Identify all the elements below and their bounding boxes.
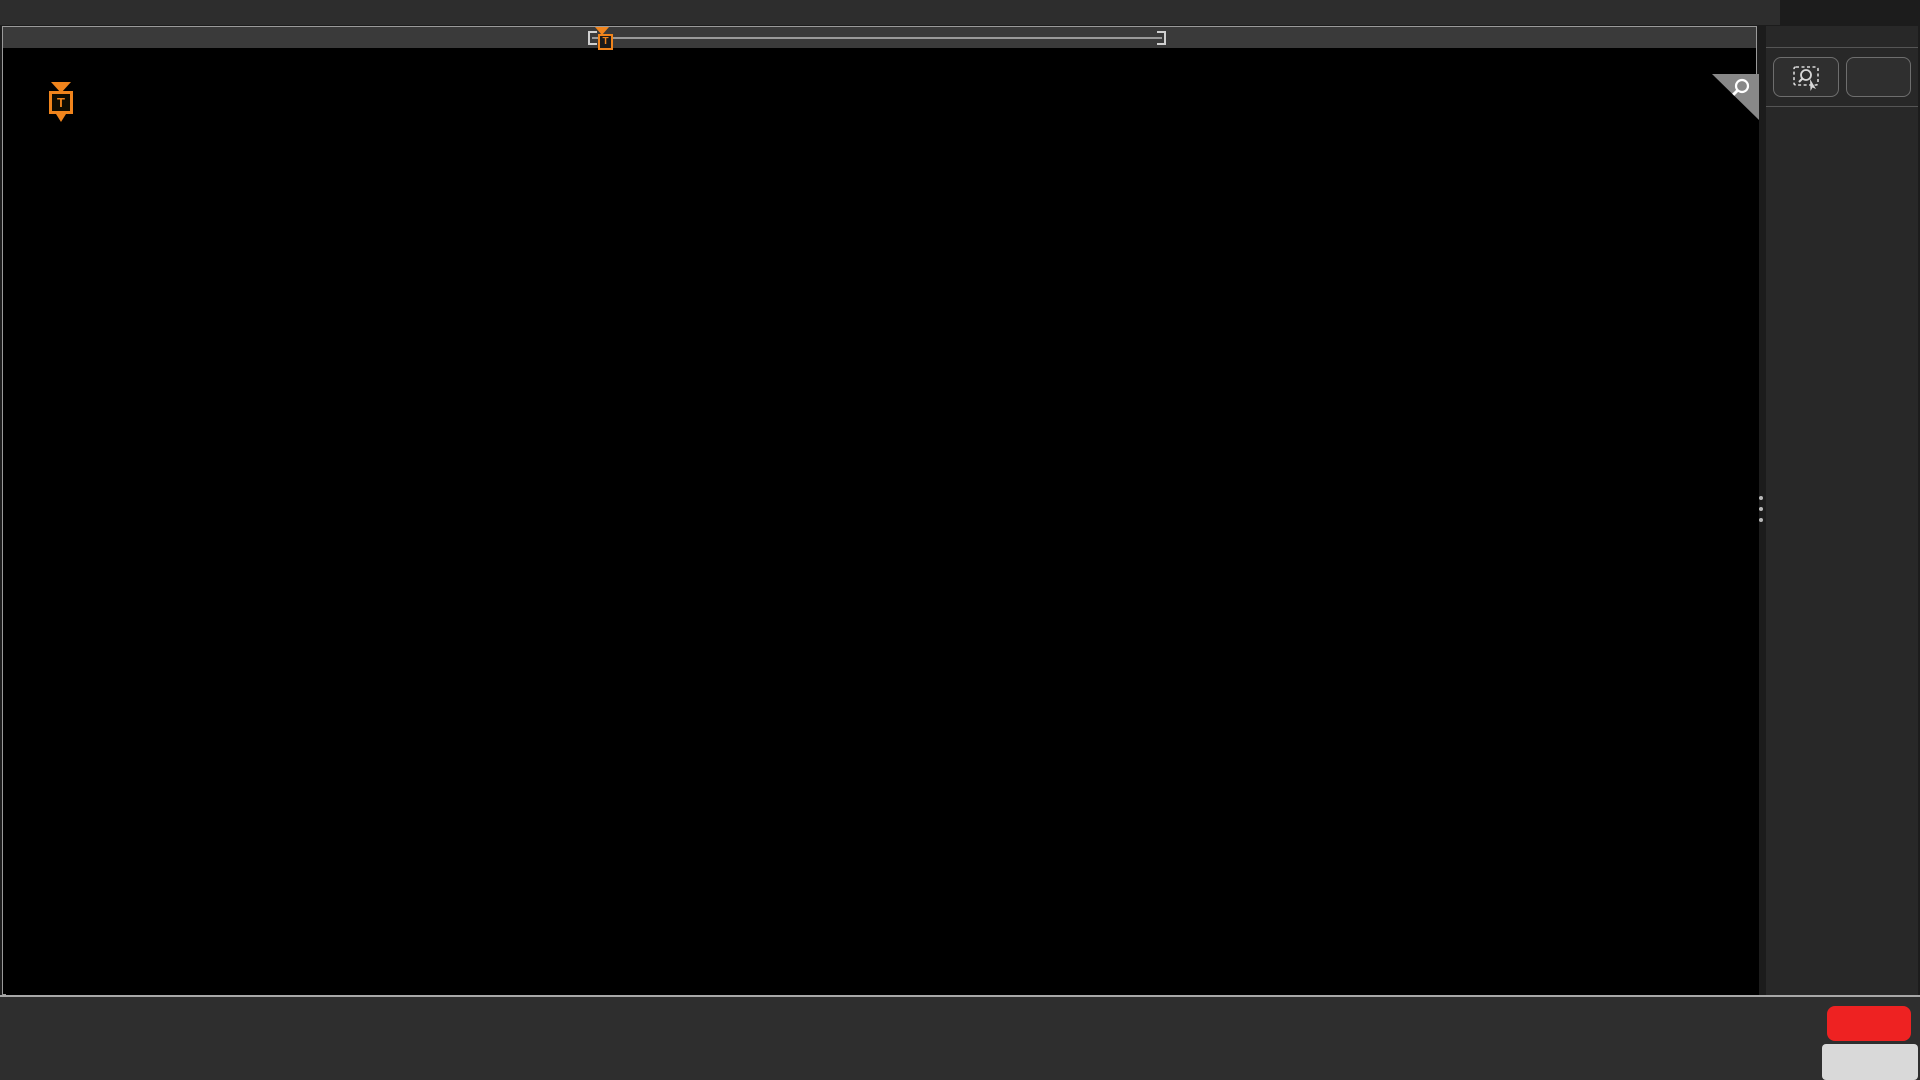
- zoom-select-icon: [1792, 66, 1819, 91]
- trigger-t-icon: T: [49, 91, 73, 114]
- sidebar-button-grid-2: [1766, 57, 1918, 97]
- timeline-right-bracket[interactable]: [1157, 31, 1166, 45]
- panel-resize-handle[interactable]: [1758, 496, 1764, 522]
- menu-bar: [0, 0, 1780, 25]
- sidebar-divider: [1766, 106, 1918, 107]
- zoom-select-button[interactable]: [1773, 57, 1839, 97]
- trigger-tail-icon: [56, 114, 66, 122]
- timeline-trigger-icon[interactable]: T: [598, 34, 613, 50]
- more-button[interactable]: [1845, 57, 1911, 97]
- waveform-view-titlebar: T: [3, 27, 1756, 50]
- datetime-display[interactable]: [1822, 1044, 1918, 1080]
- sidebar-divider: [1766, 47, 1918, 48]
- waveform-grid: T: [6, 74, 1759, 996]
- bottom-bar: [0, 995, 1920, 1080]
- waveform-view: T T: [2, 26, 1759, 1020]
- timeline-line: [592, 37, 1162, 39]
- sidebar: [1766, 26, 1918, 995]
- preview-button[interactable]: [1827, 1006, 1911, 1041]
- sidebar-header: [1766, 26, 1918, 38]
- trigger-position-marker[interactable]: T: [46, 82, 76, 128]
- timeline-overview[interactable]: T: [588, 27, 1166, 50]
